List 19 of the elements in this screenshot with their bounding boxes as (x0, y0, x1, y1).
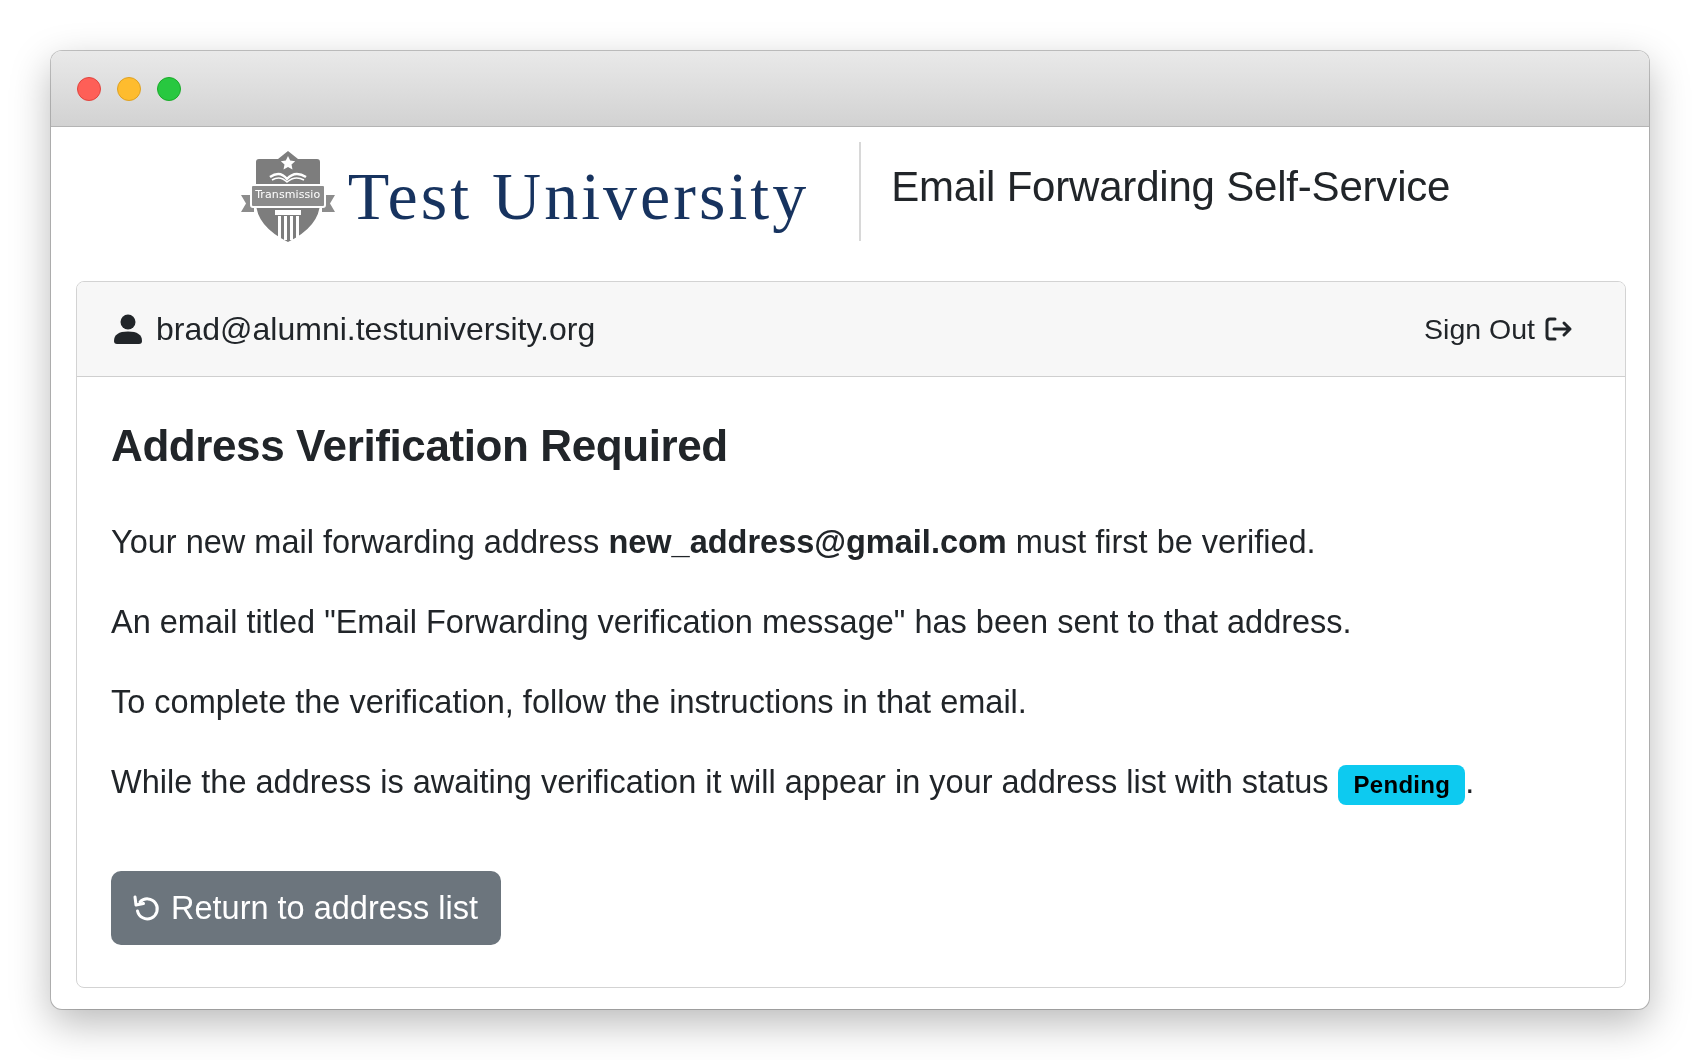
notice-text: An email titled "Email Forwarding verification message" has been sent to that address. (111, 603, 1352, 642)
emblem-text: Transmissio (254, 186, 322, 203)
notice-text: While the address is awaiting verification it will appear in your address list with status (111, 763, 1329, 802)
notice-text: To complete the verification, follow the instructions in that email. (111, 683, 1027, 722)
notice-text: Your new mail forwarding address new_address@gmail.com must first be verified. (111, 523, 1316, 562)
minimize-icon[interactable] (117, 76, 141, 101)
notice-heading: Address Verification Required (111, 420, 728, 472)
exit-arrow-icon (1545, 317, 1573, 341)
close-icon[interactable] (77, 76, 101, 101)
notice-text: . (1465, 763, 1475, 802)
sign-out-link[interactable]: Sign Out (1424, 312, 1573, 346)
return-button[interactable]: Return to address list (111, 871, 502, 945)
site-title: Email Forwarding Self-Service (891, 163, 1451, 211)
status-badge: Pending (1338, 764, 1466, 805)
maximize-icon[interactable] (157, 76, 181, 101)
person-icon (114, 314, 142, 344)
undo-icon (133, 894, 161, 922)
user-email: brad@alumni.testuniversity.org (156, 310, 596, 348)
shield-emblem-icon (239, 149, 336, 243)
